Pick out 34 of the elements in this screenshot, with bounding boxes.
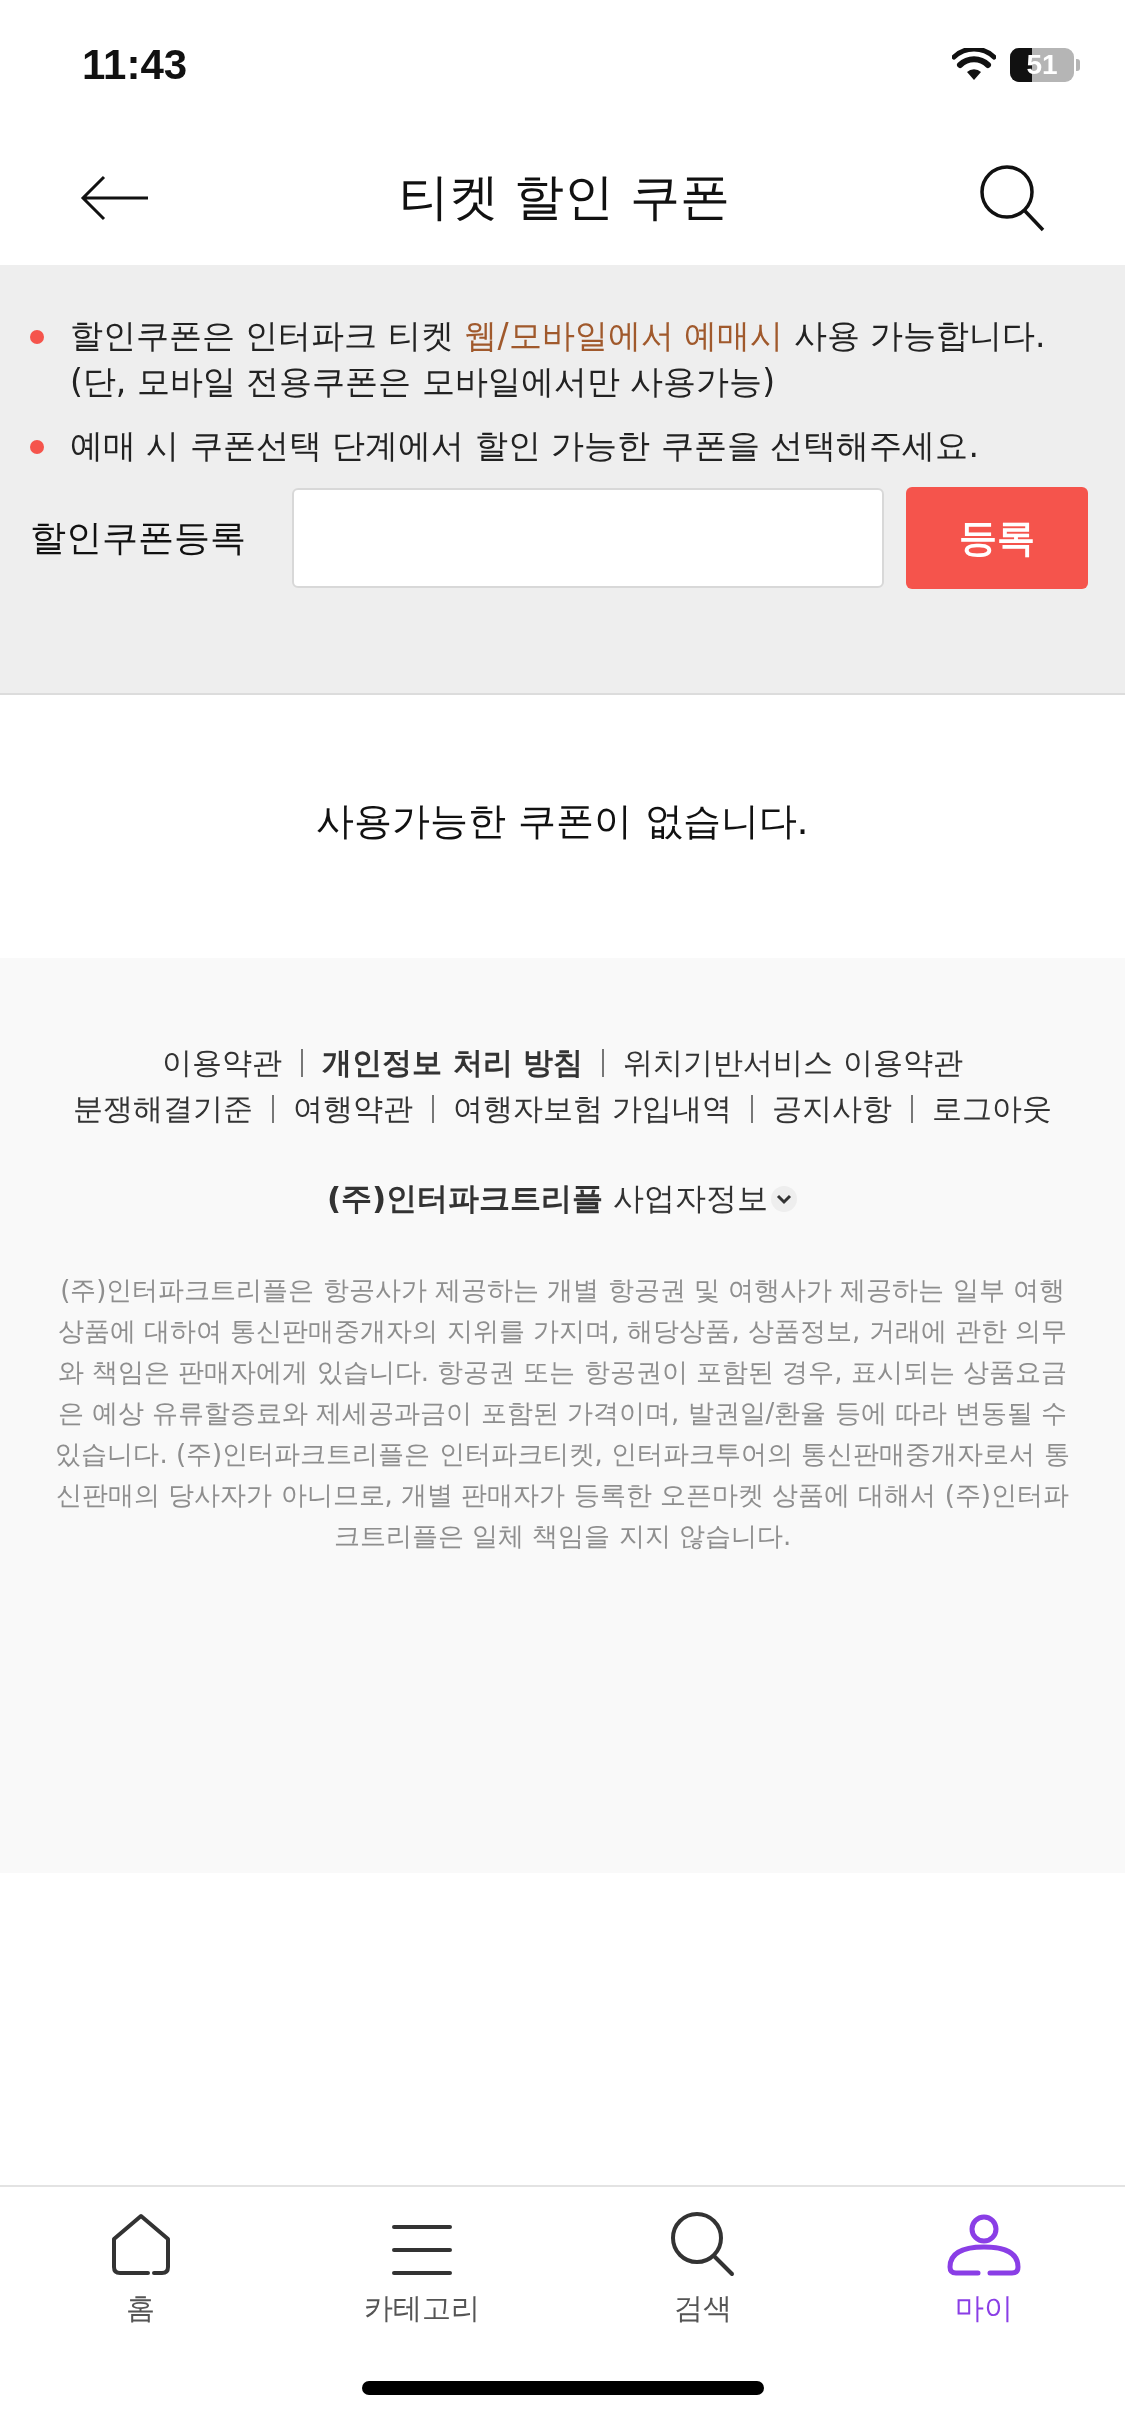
footer-link[interactable]: 개인정보 처리 방침 (322, 1040, 584, 1086)
footer-link[interactable]: 로그아웃 (932, 1086, 1053, 1132)
chevron-icon (770, 1185, 799, 1213)
nav-tab[interactable]: 홈 (109, 2207, 172, 2329)
business-info-toggle[interactable]: (주)인터파크트리플 사업자정보 (326, 1178, 799, 1220)
search-icon (670, 2211, 737, 2277)
nav-tab[interactable]: 검색 (670, 2207, 737, 2329)
coupon-input-field[interactable] (292, 488, 884, 588)
notice-text: 예매 시 쿠폰선택 단계에서 할인 가능한 쿠폰을 선택해주세요. (70, 425, 979, 467)
search-button[interactable] (979, 163, 1045, 232)
menu-icon (390, 2223, 453, 2277)
footer-link[interactable]: 여행약관 (292, 1086, 413, 1132)
home-icon (109, 2213, 172, 2277)
search-icon (979, 163, 1045, 232)
footer-link[interactable]: 여행자보험 가입내역 (452, 1086, 733, 1132)
wifi-icon (952, 48, 996, 82)
page-title: 티켓 할인 쿠폰 (398, 167, 731, 228)
footer-link[interactable]: 이용약관 (162, 1040, 283, 1086)
back-button[interactable] (80, 174, 150, 221)
footer-link[interactable]: 공지사항 (772, 1086, 893, 1132)
bullet-icon (30, 330, 44, 344)
nav-tab[interactable]: 카테고리 (363, 2207, 480, 2329)
disclaimer-text: (주)인터파크트리플은 항공사가 제공하는 개별 항공권 및 여행사가 제공하는 일부 여행상품에 대하여 통신판매중개자의 지위를 가지며, 해당상품, 상품정보, 거래에 관한 의무와 책임은 판매자에게 있습니다. 항공권 또는 항공권이 포함된 경우, 표시되는 상품요금은 예상 유류할증료와 제세공과금이 포함된 가격이며, 발권일/환율 등에 따라 변동될 수 있습니다. (주)인터파크트리플은 인터파크티켓, 인터파크투어의 통신판매중개자로서 통신판매의 당사자가 아니므로, 개별 판매자가 등록한 오픈마켓 상품에 대해서 (주)인터파크트리플은 일체 책임을 지지 않습니다. (54, 1274, 1071, 1553)
footer-link[interactable]: 분쟁해결기준 (72, 1086, 253, 1132)
notice-note: (단, 모바일 전용쿠폰은 모바일에서만 사용가능) (70, 361, 777, 403)
bullet-icon (30, 440, 44, 454)
coupon-label: 할인쿠폰등록 (30, 515, 247, 560)
back-arrow-icon (80, 174, 150, 221)
footer-link[interactable]: 위치기반서비스 이용약관 (623, 1040, 963, 1086)
notice-text: 할인쿠폰은 인터파크 티켓 웹/모바일에서 예매시 사용 가능합니다. (70, 315, 1046, 357)
nav-tab[interactable]: 마이 (946, 2207, 1023, 2329)
person-icon (946, 2213, 1023, 2277)
status-time: 11:43 (82, 41, 188, 89)
empty-message: 사용가능한 쿠폰이 없습니다. (316, 798, 809, 845)
